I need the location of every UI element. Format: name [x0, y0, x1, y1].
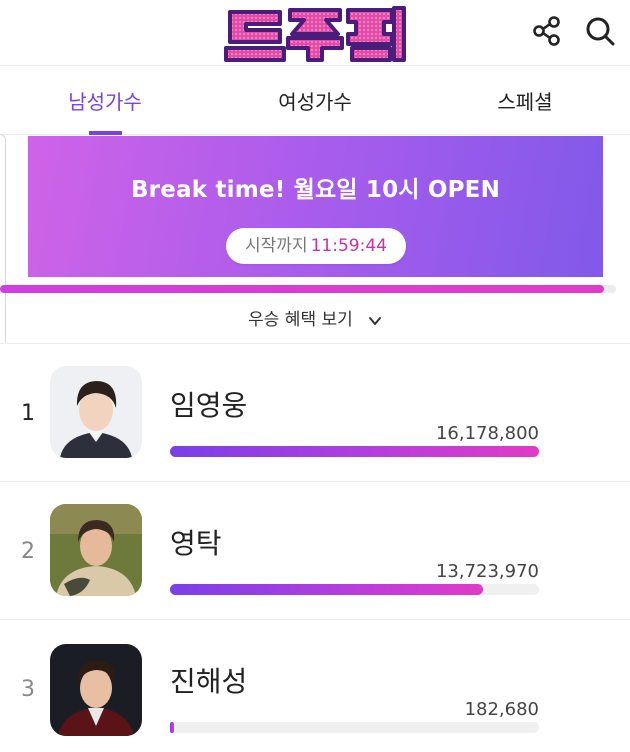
- singer-name: 임영웅: [170, 389, 248, 422]
- vote-bar-fill: [170, 584, 483, 595]
- vote-count: 16,178,800: [435, 423, 539, 444]
- break-time-banner: Break time! 월요일 10시 OPEN 시작까지 11:59:44: [28, 136, 603, 277]
- vote-bar-fill: [170, 446, 539, 457]
- chevron-down-icon: [368, 316, 381, 325]
- vote-count: 182,680: [464, 699, 539, 720]
- avatar[interactable]: [50, 504, 142, 596]
- timeline-progress: [0, 285, 604, 293]
- trotpick-logo[interactable]: [222, 4, 408, 64]
- rank-number: 1: [21, 401, 35, 426]
- share-icon[interactable]: [530, 14, 564, 48]
- category-tabs: 남성가수 여성가수 스페셜: [0, 67, 630, 135]
- singer-name: 영탁: [170, 527, 222, 560]
- ranking-row[interactable]: 3 진해성 182,680: [0, 620, 630, 752]
- tab-special[interactable]: 스페셜: [420, 67, 630, 135]
- app-header: [0, 0, 630, 66]
- search-icon[interactable]: [583, 14, 617, 48]
- singer-name: 진해성: [170, 665, 248, 698]
- vote-bar-fill: [170, 722, 174, 733]
- countdown-pill: 시작까지 11:59:44: [226, 228, 406, 264]
- rank-number: 2: [21, 539, 35, 564]
- tab-male-singers[interactable]: 남성가수: [0, 67, 210, 135]
- avatar[interactable]: [50, 366, 142, 458]
- vote-bar-track: [170, 584, 539, 595]
- vote-bar-track: [170, 722, 539, 733]
- ranking-row[interactable]: 1 임영웅 16,178,800: [0, 344, 630, 482]
- benefit-label: 우승 혜택 보기: [248, 310, 353, 330]
- vote-bar-track: [170, 446, 539, 457]
- countdown-value: 11:59:44: [310, 236, 387, 256]
- tab-female-singers[interactable]: 여성가수: [210, 67, 420, 135]
- ranking-row[interactable]: 2 영탁 13,723,970: [0, 482, 630, 620]
- logo-graphic: [224, 6, 406, 62]
- vote-count: 13,723,970: [435, 561, 539, 582]
- rank-number: 3: [21, 677, 35, 702]
- view-benefits-button[interactable]: 우승 혜택 보기: [0, 296, 630, 344]
- banner-title: Break time! 월요일 10시 OPEN: [130, 177, 501, 203]
- active-tab-indicator: [89, 131, 122, 135]
- countdown-label: 시작까지: [245, 236, 308, 256]
- avatar[interactable]: [50, 644, 142, 736]
